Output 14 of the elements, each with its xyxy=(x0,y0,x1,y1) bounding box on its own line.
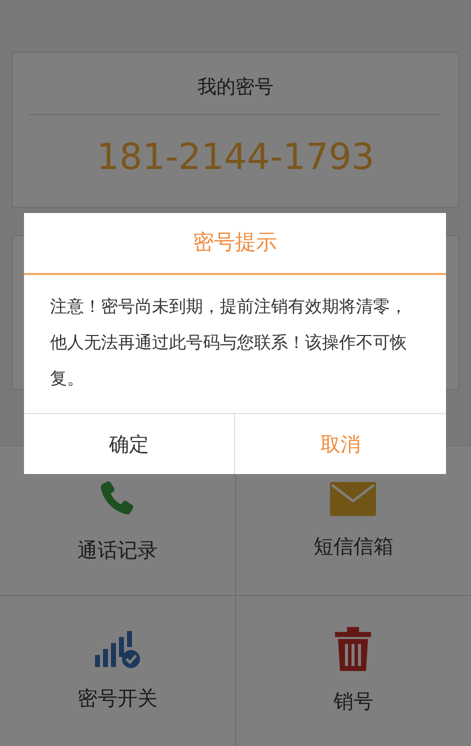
password-number: 181-2144-1793 xyxy=(96,136,374,180)
dialog-title: 密号提示 xyxy=(193,229,277,256)
dialog-message: 注意！密号尚未到期，提前注销有效期将清零，他人无法再通过此号码与您联系！该操作不可恢复。 xyxy=(49,296,408,391)
trash-icon xyxy=(333,626,374,672)
confirm-button[interactable]: 确定 xyxy=(24,414,235,474)
menu-tile[interactable]: 密号开关 xyxy=(0,596,236,746)
menu-label: 密号开关 xyxy=(77,685,158,712)
envelope-icon xyxy=(329,480,378,516)
menu-label: 短信信箱 xyxy=(313,532,394,560)
menu-tile[interactable]: 销号 xyxy=(236,596,471,746)
signal-bars-icon xyxy=(93,629,142,669)
menu-label: 销号 xyxy=(333,688,374,715)
card-title: 我的密号 xyxy=(198,75,274,100)
menu-label: 通话记录 xyxy=(77,536,158,564)
